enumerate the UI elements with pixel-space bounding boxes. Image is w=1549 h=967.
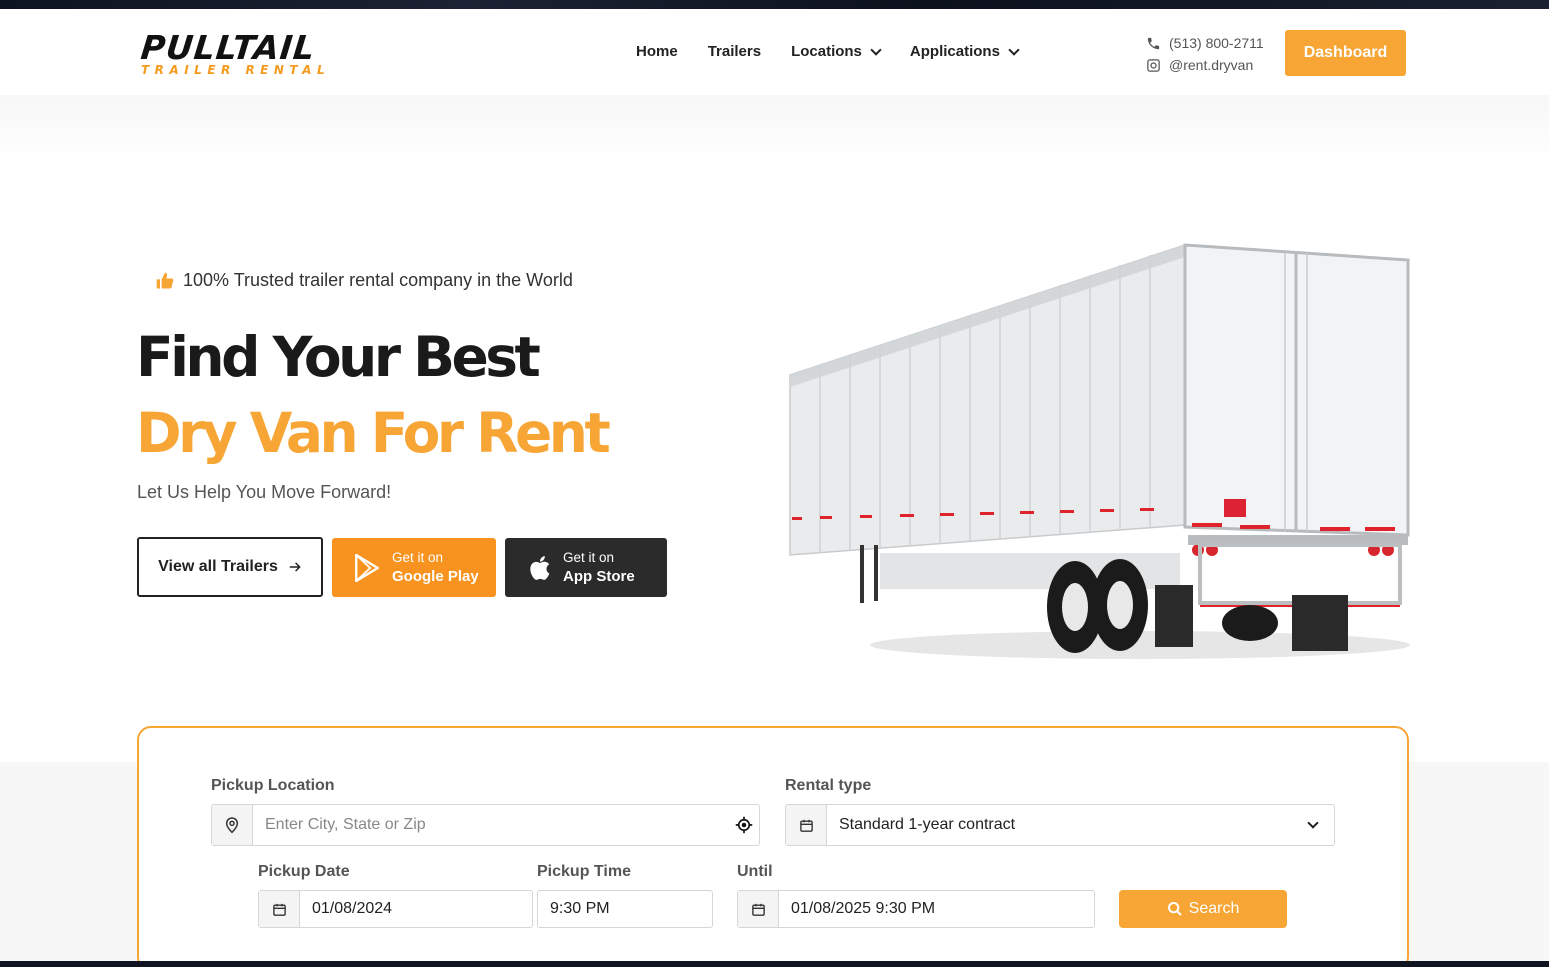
nav-home[interactable]: Home	[636, 43, 678, 60]
pickup-date-label: Pickup Date	[258, 863, 350, 880]
google-play-icon	[355, 553, 379, 582]
thumbs-up-icon	[156, 272, 174, 288]
search-form-card	[137, 726, 1409, 967]
pickup-date-value: 01/08/2024	[312, 900, 393, 917]
nav-applications[interactable]: Applications	[909, 43, 1020, 60]
nav-locations-label: Locations	[791, 43, 862, 60]
dry-van-trailer-image	[789, 243, 1410, 659]
hero-headline: Find Your Best	[136, 325, 541, 389]
view-all-trailers-label: View all Trailers	[158, 558, 278, 575]
hero-background	[0, 95, 1549, 165]
rental-type-label: Rental type	[785, 777, 872, 794]
pickup-time-label: Pickup Time	[537, 863, 631, 880]
nav-home-label: Home	[636, 43, 678, 60]
until-field[interactable]: 01/08/2025 9:30 PM	[737, 890, 1095, 928]
search-button-label: Search	[1188, 900, 1240, 917]
hero-tagline: Let Us Help You Move Forward!	[137, 482, 392, 502]
browser-top-strip	[0, 0, 1549, 9]
site-header: PULLTAIL TRAILER RENTAL Home Trailers Lo…	[0, 9, 1549, 95]
trusted-text: 100% Trusted trailer rental company in t…	[183, 270, 573, 290]
until-label: Until	[737, 863, 773, 880]
logo[interactable]: PULLTAIL TRAILER RENTAL	[139, 28, 363, 77]
pickup-time-value: 9:30 PM	[550, 900, 610, 917]
app-store-line2: App Store	[563, 567, 635, 585]
nav-trailers[interactable]: Trailers	[708, 43, 761, 60]
locate-me-icon[interactable]	[729, 805, 759, 845]
search-button[interactable]: Search	[1119, 890, 1287, 928]
trusted-badge: 100% Trusted trailer rental company in t…	[155, 270, 573, 291]
app-store-button[interactable]: Get it on App Store	[505, 538, 667, 597]
calendar-icon	[738, 891, 779, 927]
app-store-line1: Get it on	[563, 549, 615, 565]
pickup-location-placeholder: Enter City, State or Zip	[265, 816, 426, 833]
contact-info: (513) 800-2711 @rent.dryvan	[1146, 32, 1264, 76]
apple-icon	[530, 555, 550, 580]
nav-trailers-label: Trailers	[707, 43, 762, 60]
rental-type-select[interactable]: Standard 1-year contract	[785, 804, 1335, 846]
instagram-link[interactable]: @rent.dryvan	[1146, 54, 1264, 76]
arrow-right-icon	[289, 562, 301, 572]
main-nav: Home Trailers Locations Applications	[636, 43, 1020, 60]
chevron-down-icon	[1008, 43, 1020, 56]
bottom-strip	[0, 961, 1549, 967]
rental-type-value: Standard 1-year contract	[839, 816, 1016, 833]
logo-wordmark: PULLTAIL	[139, 28, 318, 67]
map-pin-icon	[212, 805, 253, 845]
until-value: 01/08/2025 9:30 PM	[791, 900, 936, 917]
pickup-date-field[interactable]: 01/08/2024	[258, 890, 533, 928]
hero-headline-accent: Dry Van For Rent	[136, 401, 611, 465]
chevron-down-icon	[870, 43, 882, 56]
nav-locations[interactable]: Locations	[791, 43, 882, 60]
phone-number: (513) 800-2711	[1169, 35, 1264, 51]
instagram-handle: @rent.dryvan	[1169, 57, 1254, 73]
pickup-location-input[interactable]: Enter City, State or Zip	[253, 805, 729, 845]
pickup-location-label: Pickup Location	[211, 777, 335, 794]
pickup-location-field[interactable]: Enter City, State or Zip	[211, 804, 760, 846]
dashboard-button[interactable]: Dashboard	[1285, 30, 1406, 76]
pickup-time-field[interactable]: 9:30 PM	[537, 890, 713, 928]
nav-applications-label: Applications	[909, 43, 1000, 60]
google-play-line2: Google Play	[392, 567, 479, 585]
phone-link[interactable]: (513) 800-2711	[1146, 32, 1264, 54]
view-all-trailers-button[interactable]: View all Trailers	[137, 537, 323, 597]
calendar-icon	[259, 891, 300, 927]
logo-subtitle: TRAILER RENTAL	[141, 63, 331, 77]
chevron-down-icon	[1292, 805, 1334, 845]
phone-icon	[1147, 37, 1160, 49]
google-play-button[interactable]: Get it on Google Play	[332, 538, 496, 597]
search-icon	[1167, 902, 1182, 916]
google-play-line1: Get it on	[392, 549, 444, 565]
calendar-icon	[786, 805, 827, 845]
instagram-icon	[1147, 58, 1160, 72]
